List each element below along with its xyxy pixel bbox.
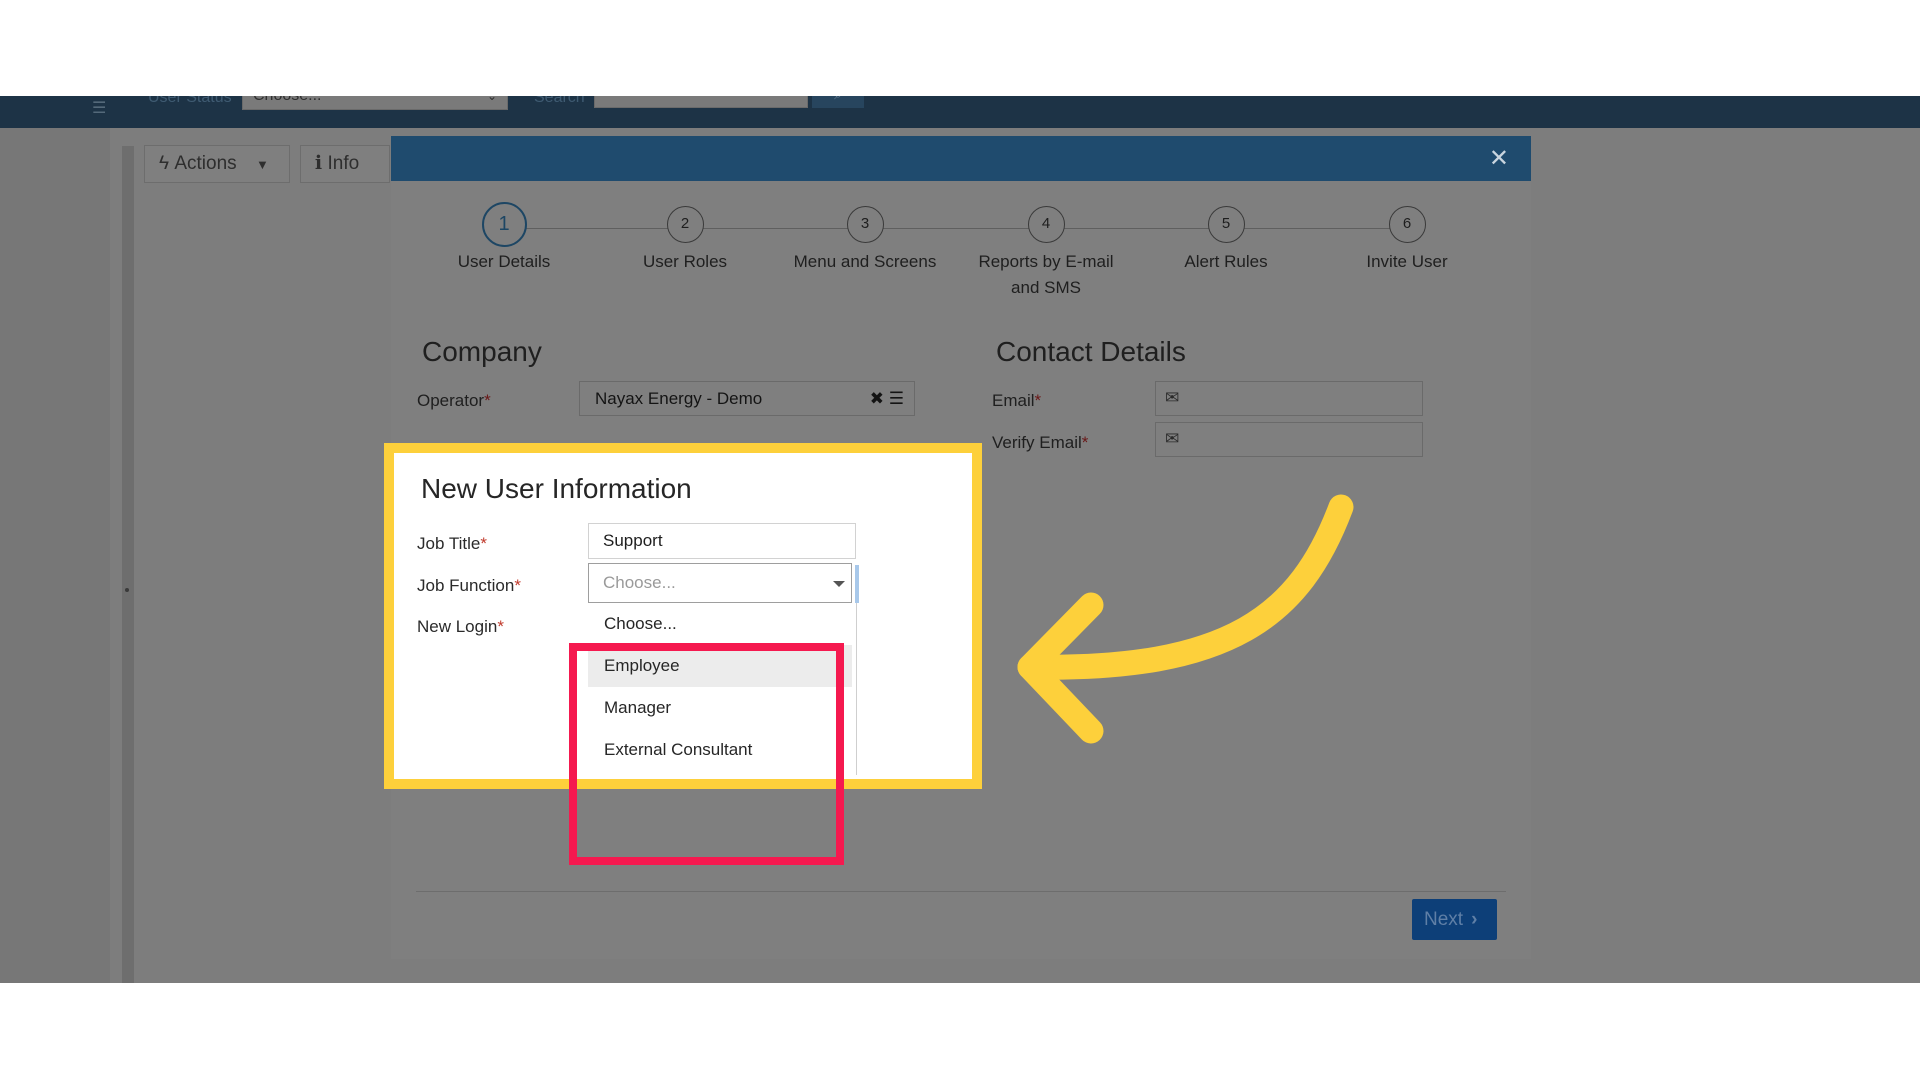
pointer-arrow-icon: [1017, 494, 1354, 744]
arrow-shaft: [1017, 494, 1354, 680]
app-screenshot: ☰ User Status Choose... ⌄ Search ⌕ ϟ Act…: [0, 96, 1920, 983]
